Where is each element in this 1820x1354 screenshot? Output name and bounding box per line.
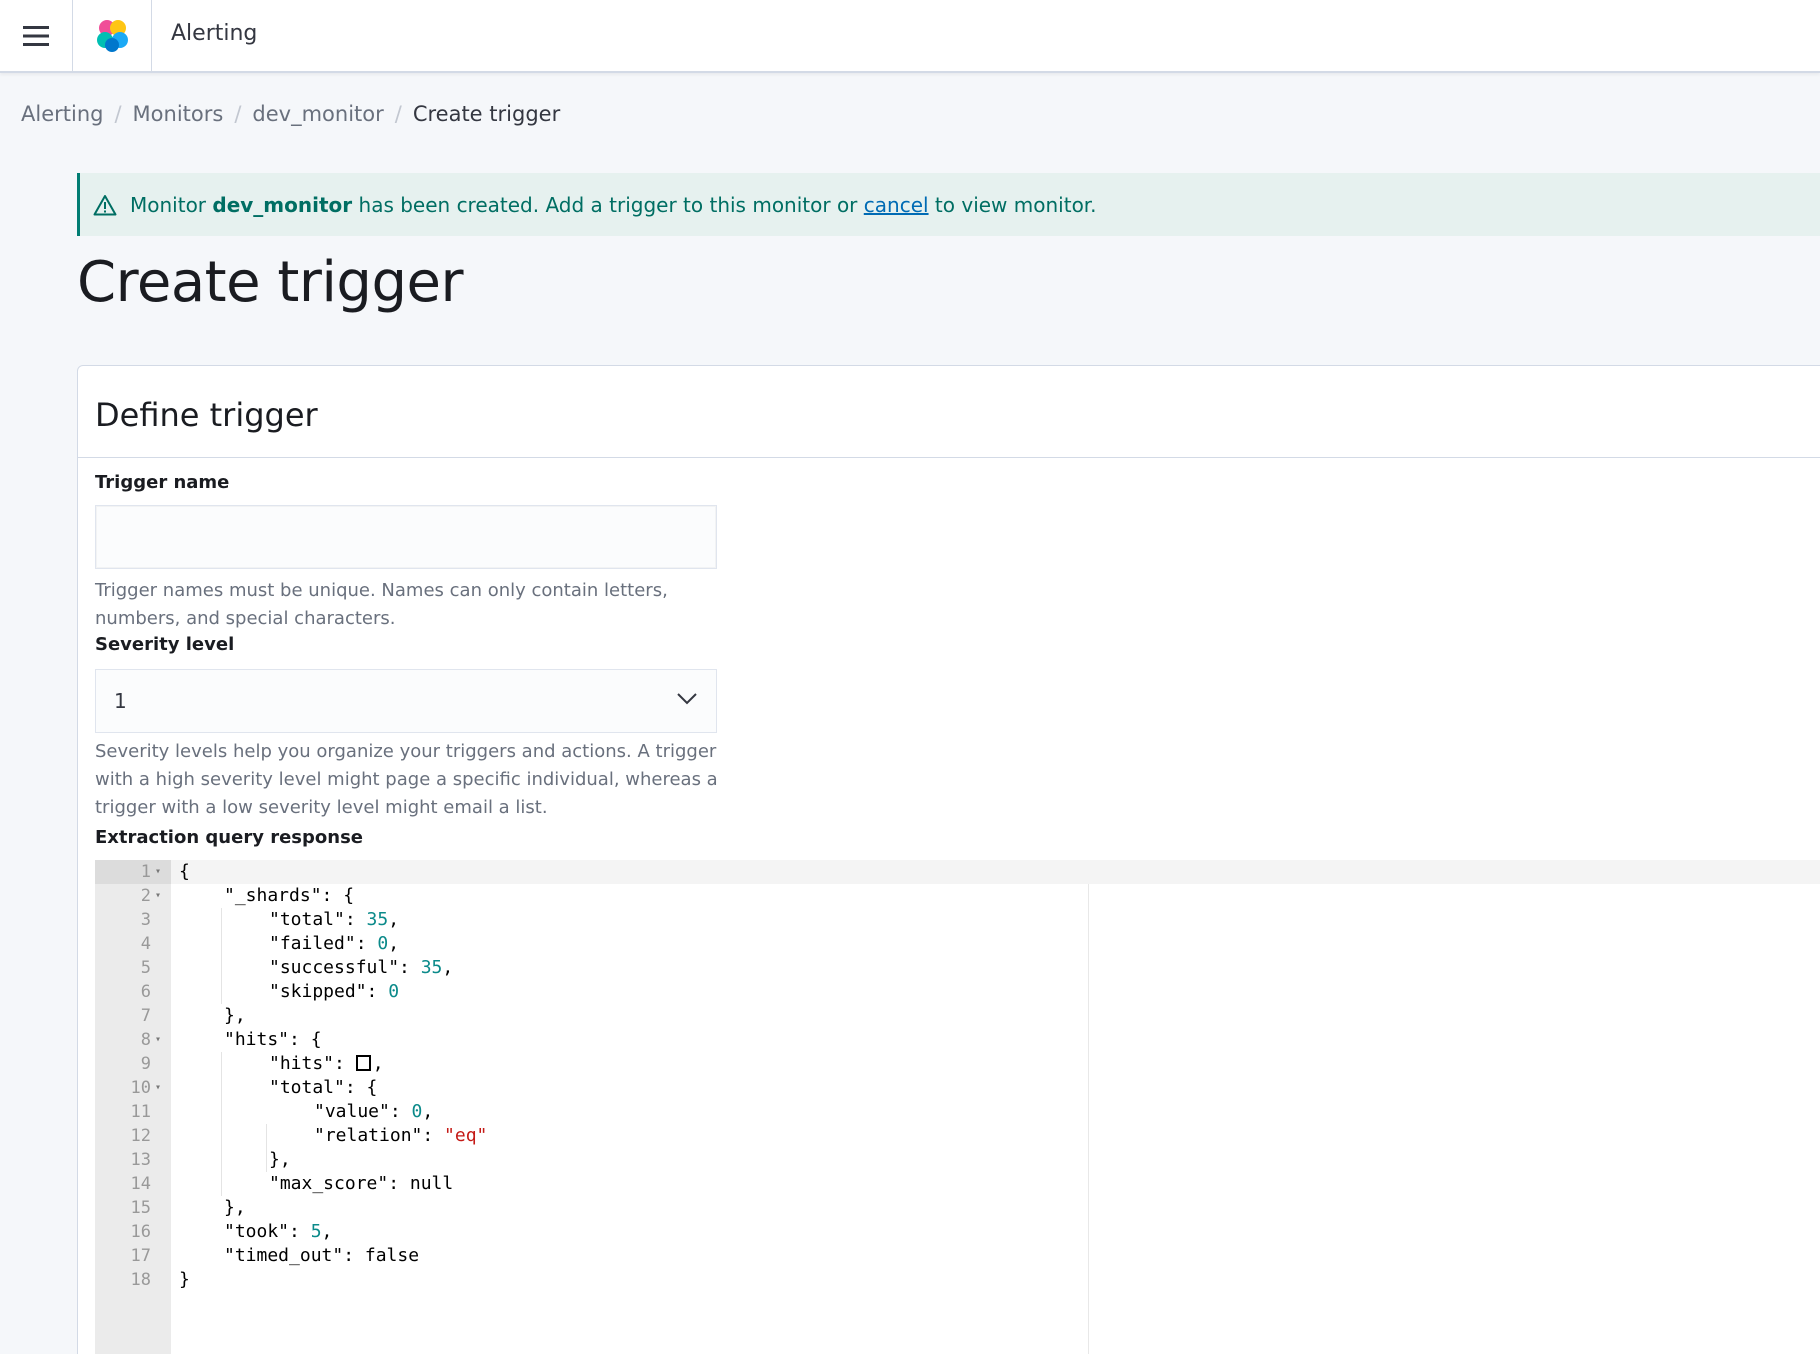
- breadcrumb-alerting[interactable]: Alerting: [21, 102, 103, 126]
- trigger-name-label: Trigger name: [95, 472, 230, 493]
- panel-title: Define trigger: [95, 396, 318, 434]
- code-text: "successful": 35,: [269, 957, 454, 978]
- fold-toggle-icon[interactable]: ▾: [155, 884, 161, 908]
- severity-level-label: Severity level: [95, 634, 235, 655]
- line-number: 4: [140, 934, 151, 954]
- code-text: "_shards": {: [224, 885, 355, 906]
- severity-level-select[interactable]: 1: [95, 669, 717, 733]
- code-text: "hits": ,: [269, 1053, 384, 1074]
- severity-level-value: 1: [114, 689, 127, 713]
- code-line: 1 ▾ {: [95, 860, 1820, 884]
- menu-button[interactable]: [0, 0, 73, 71]
- callout-message: has been created. Add a trigger to this …: [358, 192, 858, 217]
- line-number: 18: [130, 1270, 151, 1290]
- top-header: Alerting: [0, 0, 1820, 73]
- hamburger-menu-icon: [23, 25, 49, 46]
- code-line: 14 "max_score": null: [95, 1172, 1820, 1196]
- line-number: 16: [130, 1222, 151, 1242]
- code-line: 12 "relation": "eq": [95, 1124, 1820, 1148]
- line-number: 7: [140, 1006, 151, 1026]
- code-text: }: [179, 1269, 190, 1290]
- code-line: 16 "took": 5,: [95, 1220, 1820, 1244]
- line-number: 15: [130, 1198, 151, 1218]
- code-text: },: [224, 1005, 246, 1026]
- panel-divider: [78, 457, 1820, 458]
- code-line: 10 ▾ "total": {: [95, 1076, 1820, 1100]
- breadcrumb: Alerting / Monitors / dev_monitor / Crea…: [21, 102, 560, 126]
- line-number: 14: [130, 1174, 151, 1194]
- code-text: "value": 0,: [314, 1101, 434, 1122]
- code-line: 2 ▾ "_shards": {: [95, 884, 1820, 908]
- breadcrumb-dev-monitor[interactable]: dev_monitor: [252, 102, 383, 126]
- code-line: 13},: [95, 1148, 1820, 1172]
- extraction-query-response-editor[interactable]: 1 ▾{2 ▾ "_shards": {3 "total": 35, 4 "failed":…: [95, 860, 1820, 1354]
- breadcrumb-separator: /: [114, 102, 122, 126]
- breadcrumb-separator: /: [394, 102, 402, 126]
- code-line: 5 "successful": 35,: [95, 956, 1820, 980]
- line-number: 17: [130, 1246, 151, 1266]
- line-number: 3: [140, 910, 151, 930]
- code-text: "timed_out": false: [224, 1245, 420, 1266]
- line-number: 8: [140, 1030, 151, 1050]
- severity-level-help: Severity levels help you organize your t…: [95, 741, 718, 818]
- monitor-created-callout: Monitor dev_monitor has been created. Ad…: [77, 173, 1820, 236]
- home-logo-link[interactable]: [74, 0, 152, 71]
- code-line: 17 "timed_out": false: [95, 1244, 1820, 1268]
- code-line: 6 "skipped": 0: [95, 980, 1820, 1004]
- code-text: "took": 5,: [224, 1221, 333, 1242]
- callout-prefix: Monitor: [130, 192, 207, 217]
- code-text: "skipped": 0: [269, 981, 400, 1002]
- callout-monitor-name: dev_monitor: [212, 192, 353, 217]
- code-line: 15},: [95, 1196, 1820, 1220]
- code-line: 3 "total": 35,: [95, 908, 1820, 932]
- code-text: "relation": "eq": [314, 1125, 488, 1146]
- code-text: "total": 35,: [269, 909, 400, 930]
- line-number: 2: [140, 886, 151, 906]
- line-number: 13: [130, 1150, 151, 1170]
- cancel-link[interactable]: cancel: [864, 193, 929, 217]
- code-text: "hits": {: [224, 1029, 322, 1050]
- code-text: {: [179, 861, 190, 882]
- code-line: 11 "value": 0,: [95, 1100, 1820, 1124]
- line-number: 9: [140, 1054, 151, 1074]
- line-number: 10: [130, 1078, 151, 1098]
- code-line: 9 "hits": ,: [95, 1052, 1820, 1076]
- app-title: Alerting: [171, 21, 258, 46]
- line-number: 6: [140, 982, 151, 1002]
- opensearch-dashboards-logo: [96, 19, 128, 52]
- fold-toggle-icon[interactable]: ▾: [155, 1076, 161, 1100]
- code-line: 4 "failed": 0,: [95, 932, 1820, 956]
- breadcrumb-separator: /: [234, 102, 242, 126]
- code-text: },: [269, 1149, 291, 1170]
- define-trigger-panel: Define trigger Trigger name Trigger name…: [77, 365, 1820, 1354]
- extraction-query-response-label: Extraction query response: [95, 827, 363, 848]
- code-line: 18}: [95, 1268, 1820, 1292]
- breadcrumb-monitors[interactable]: Monitors: [133, 102, 224, 126]
- fold-toggle-icon[interactable]: ▾: [155, 860, 161, 884]
- callout-suffix: to view monitor.: [934, 192, 1097, 217]
- line-number: 12: [130, 1126, 151, 1146]
- line-number: 5: [140, 958, 151, 978]
- line-number: 1: [140, 862, 151, 882]
- code-text: },: [224, 1197, 246, 1218]
- code-text: "failed": 0,: [269, 933, 400, 954]
- breadcrumb-create-trigger: Create trigger: [412, 102, 561, 126]
- page-title: Create trigger: [77, 250, 463, 315]
- code-text: "max_score": null: [269, 1173, 454, 1194]
- code-text: "total": {: [269, 1077, 378, 1098]
- warning-icon: [93, 194, 117, 216]
- trigger-name-help: Trigger names must be unique. Names can …: [95, 580, 668, 629]
- chevron-down-icon: [676, 692, 698, 706]
- line-number: 11: [130, 1102, 151, 1122]
- code-line: 8 ▾ "hits": {: [95, 1028, 1820, 1052]
- fold-toggle-icon[interactable]: ▾: [155, 1028, 161, 1052]
- code-line: 7},: [95, 1004, 1820, 1028]
- trigger-name-input[interactable]: [95, 505, 717, 569]
